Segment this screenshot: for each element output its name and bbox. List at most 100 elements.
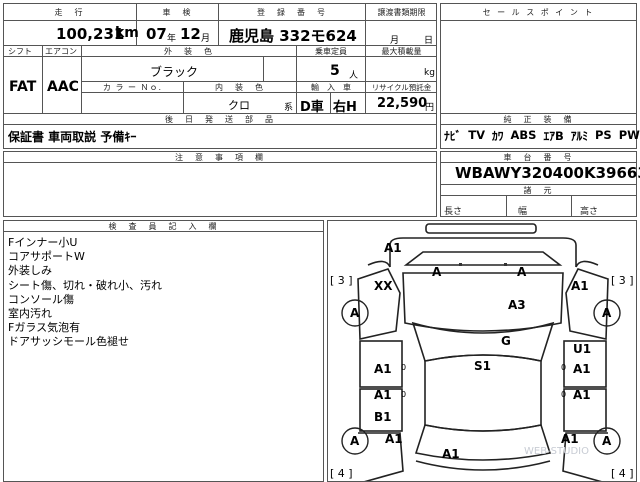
chassis-label: 車 台 番 号	[503, 153, 574, 162]
inspector-note-line: Fインナー小U	[8, 236, 78, 249]
inspector-note-line: 外装しみ	[8, 264, 52, 278]
equipment-list: ﾅﾋﾞ TV ｶﾜ ABS ｴｱB ｱﾙﾐ PS PW	[444, 128, 640, 144]
right-fender-mark: A1	[571, 279, 589, 293]
right-rear-door-ding: 0	[561, 390, 567, 399]
tire-grade-rear-right: [ 4 ]	[611, 467, 634, 480]
divider	[330, 92, 331, 113]
hood-mark: A3	[508, 298, 526, 312]
inspector-note-line: ドアサッシモール色褪せ	[8, 335, 129, 349]
front-bumper-mark: A1	[384, 241, 402, 255]
parts-label: 後 日 発 送 部 品	[165, 115, 275, 124]
deadline-day-unit: 日	[424, 36, 434, 46]
left-rear-fender-mark: A1	[385, 432, 403, 446]
interior-color-value: クロ	[228, 99, 250, 112]
import-value: D車	[300, 100, 324, 115]
right-rear-fender-mark: A1	[561, 432, 579, 446]
capacity-label: 乗車定員	[315, 47, 347, 56]
roof-mark: S1	[474, 359, 491, 373]
inspector-note-line: コンソール傷	[8, 292, 74, 306]
recycle-unit: 円	[425, 103, 435, 113]
left-rear-tire-mark: A	[350, 434, 360, 448]
left-front-tire-mark: A	[350, 306, 360, 320]
length-label: 長さ	[444, 207, 463, 217]
inspector-note-line: コアサポートW	[8, 250, 85, 264]
inspection-year: 07	[146, 25, 167, 43]
inspector-label: 検 査 員 記 入 欄	[108, 222, 219, 231]
watermark: WEB-STUDIO	[524, 446, 589, 457]
aircon-label: エアコン	[45, 47, 77, 56]
parts-value: 保証書 車両取説 予備ｷｰ	[8, 130, 137, 144]
divider	[42, 45, 43, 113]
color-no-label: カ ラ ー Ｎｏ.	[102, 83, 163, 92]
equipment-item: PS	[594, 128, 612, 142]
year-unit: 年	[167, 34, 177, 44]
right-rear-tire-mark: A	[602, 434, 612, 448]
equipment-item: ﾅﾋﾞ	[444, 129, 462, 143]
tire-grade-front-left: [ 3 ]	[330, 274, 353, 287]
notes-label: 注 意 事 項 欄	[175, 153, 265, 162]
equipment-item: ｶﾜ	[492, 129, 504, 143]
trunk-mark: A1	[442, 447, 460, 461]
right-front-tire-mark: A	[602, 306, 612, 320]
windshield-mark: G	[501, 334, 511, 348]
deadline-month-unit: 月	[390, 36, 400, 46]
divider	[571, 195, 572, 217]
left-front-door-mark: A1	[374, 362, 392, 376]
registration-label: 登 録 番 号	[257, 8, 327, 17]
equipment-item: ABS	[510, 128, 537, 142]
car-diagram-block: A1 A A [ 3 ] [ 3 ] XX A1 A A A3 G S1 U1 …	[327, 220, 637, 482]
exterior-color-label: 外 装 色	[164, 47, 214, 56]
width-label: 幅	[518, 207, 528, 217]
equipment-item: TV	[468, 128, 485, 142]
equipment-item: ｴｱB	[543, 129, 564, 143]
tire-grade-rear-left: [ 4 ]	[330, 467, 353, 480]
recycle-label: リサイクル預託金	[371, 83, 432, 92]
divider	[263, 56, 264, 81]
transfer-deadline-label: 譲渡書類期限	[377, 8, 426, 17]
import-label: 輸 入 車	[311, 83, 351, 92]
divider	[3, 20, 437, 21]
inspection-label: 車 検	[162, 8, 193, 17]
shift-label: シフト	[8, 47, 32, 56]
interior-color-label: 内 装 色	[215, 83, 265, 92]
inspection-month: 12	[180, 25, 201, 43]
dims-label: 諸 元	[523, 186, 554, 195]
right-front-door-ding: 0	[561, 363, 567, 372]
equipment-item: ｱﾙﾐ	[570, 129, 588, 143]
left-rear-door-mark-b: B1	[374, 410, 392, 424]
mileage-label: 走 行	[54, 8, 85, 17]
right-rear-door-mark: A1	[573, 388, 591, 402]
left-rear-door-mark-a: A1	[374, 388, 392, 402]
tire-grade-front-right: [ 3 ]	[611, 274, 634, 287]
exterior-color-value: ブラック	[150, 65, 199, 79]
front-panel-mark-left: A	[432, 265, 442, 279]
height-label: 高さ	[580, 207, 599, 217]
front-panel-mark-right: A	[517, 265, 527, 279]
max-load-label: 最大積載量	[381, 47, 422, 56]
max-load-unit: kg	[424, 68, 435, 78]
equipment-item: PW	[618, 128, 640, 142]
chassis-number: WBAWY320400K39663	[455, 164, 640, 182]
sales-point-label: セ ー ル ス ポ イ ン ト	[482, 8, 595, 17]
inspector-note-line: 室内汚れ	[8, 307, 52, 321]
equipment-label: 純 正 装 備	[503, 115, 574, 124]
right-front-door-mark-b: A1	[573, 362, 591, 376]
interior-suffix: 系	[284, 103, 294, 113]
inspector-notes: Fインナー小U コアサポートW 外装しみ シート傷、切れ・破れ小、汚れ コンソール傷 室内…	[8, 236, 162, 350]
divider	[506, 195, 507, 217]
inspector-note-line: Fガラス気泡有	[8, 321, 81, 335]
recycle-value: 22,590	[377, 96, 428, 111]
registration-number: 鹿児島 332モ624	[229, 27, 357, 45]
month-unit: 月	[201, 34, 211, 44]
inspector-note-line: シート傷、切れ・破れ小、汚れ	[8, 278, 162, 292]
right-front-door-mark-a: U1	[573, 342, 592, 356]
divider	[440, 20, 637, 21]
steering-value: 右H	[333, 100, 357, 115]
mileage-unit: km	[115, 25, 139, 41]
left-rear-door-ding: 0	[401, 390, 407, 399]
shift-value: FAT	[9, 79, 37, 95]
left-fender-mark: XX	[374, 279, 393, 293]
capacity-unit: 人	[349, 71, 359, 81]
aircon-value: AAC	[47, 79, 79, 95]
left-front-door-ding: 0	[401, 363, 407, 372]
